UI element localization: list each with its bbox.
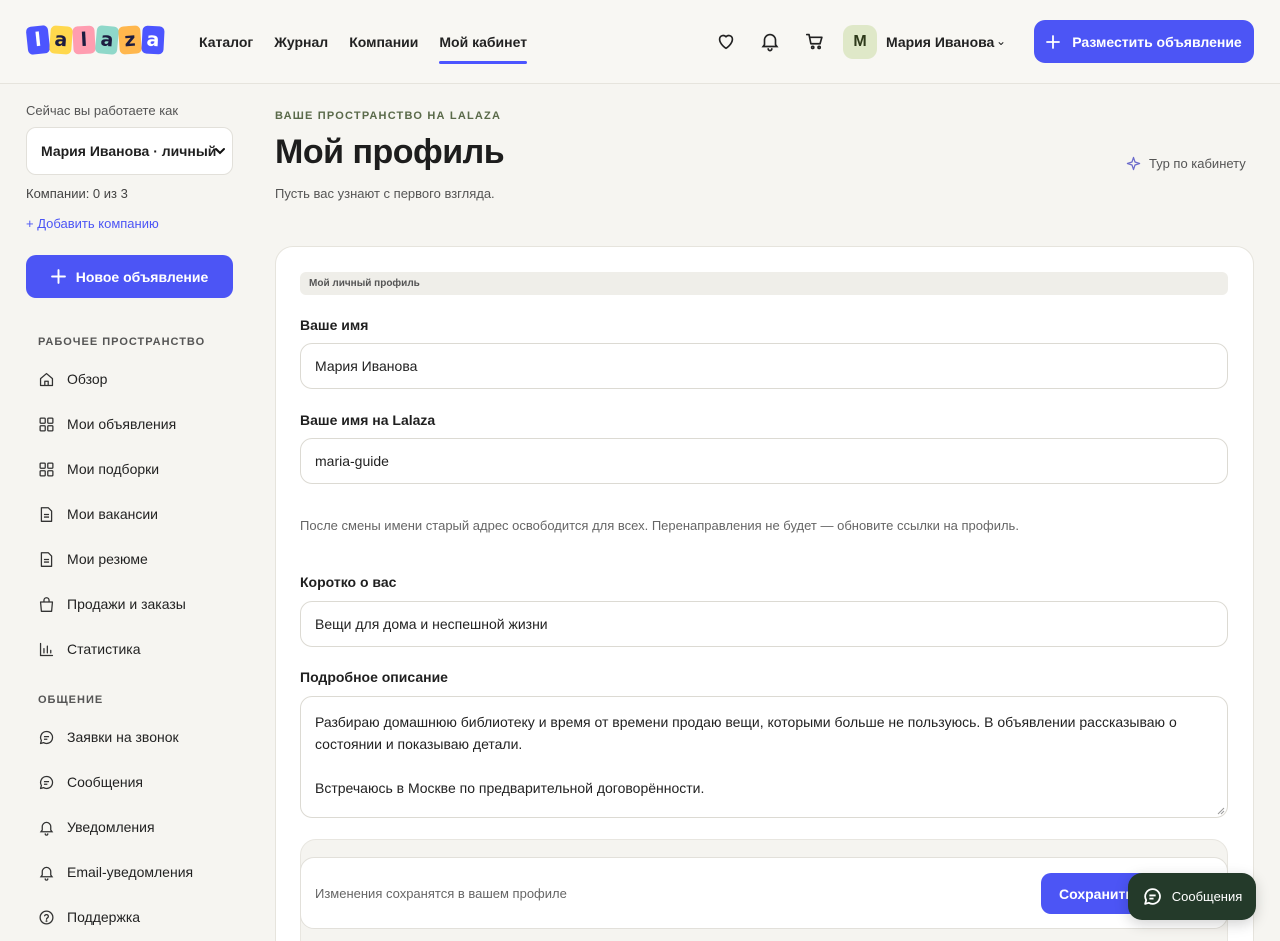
sidebar-item-support[interactable]: Поддержка [38, 906, 140, 928]
description-textarea[interactable]: Разбираю домашнюю библиотеку и время от … [300, 696, 1228, 818]
sidebar-item-label: Сообщения [67, 774, 143, 790]
home-icon [39, 372, 54, 386]
description-paragraph: Разбираю домашнюю библиотеку и время от … [315, 714, 1177, 752]
bell-icon [39, 866, 54, 881]
name-field[interactable]: Мария Иванова [300, 343, 1228, 389]
bell-icon [39, 821, 54, 836]
sidebar-item-my-vacancies[interactable]: Мои вакансии [38, 503, 158, 525]
messages-fab[interactable]: Сообщения [1128, 873, 1256, 920]
sidebar-item-statistics[interactable]: Статистика [38, 638, 141, 660]
logo-letter: z [118, 25, 142, 55]
document-icon [40, 551, 53, 567]
main-nav: Каталог Журнал Компании Мой кабинет [199, 0, 527, 84]
page-title: Мой профиль [275, 133, 505, 171]
sidebar-item-label: Продажи и заказы [67, 596, 186, 612]
description-paragraph: Встречаюсь в Москве по предварительной д… [315, 780, 705, 796]
post-listing-button[interactable]: Разместить объявление [1034, 20, 1254, 63]
page-subtitle: Пусть вас узнают с первого взгляда. [275, 186, 495, 201]
handle-label: Ваше имя на Lalaza [300, 412, 436, 428]
sidebar-item-overview[interactable]: Обзор [38, 368, 107, 390]
sidebar-item-email-notifications[interactable]: Email-уведомления [38, 861, 193, 883]
messages-fab-label: Сообщения [1171, 889, 1243, 904]
handle-field[interactable]: maria-guide [300, 438, 1228, 484]
sidebar-item-notifications[interactable]: Уведомления [38, 816, 155, 838]
workspace-hint: Сейчас вы работаете как [26, 103, 179, 118]
communication-section-title: ОБЩЕНИЕ [38, 694, 104, 706]
help-icon [39, 909, 54, 925]
sidebar-item-my-resumes[interactable]: Мои резюме [38, 548, 148, 570]
nav-my-cabinet[interactable]: Мой кабинет [439, 0, 527, 84]
sidebar-item-label: Мои резюме [67, 551, 148, 567]
grid-icon [39, 416, 54, 432]
handle-note: После смены имени старый адрес освободит… [300, 518, 1019, 533]
about-field[interactable]: Вещи для дома и неспешной жизни [300, 601, 1228, 647]
logo-letter: l [25, 24, 51, 56]
logo-letter: a [94, 25, 120, 55]
plus-icon [50, 269, 66, 284]
resize-handle-icon[interactable] [1217, 807, 1225, 815]
nav-journal[interactable]: Журнал [274, 0, 328, 84]
lalaza-logo[interactable]: l a l a z a [25, 24, 165, 56]
sidebar-item-messages[interactable]: Сообщения [38, 771, 143, 793]
cabinet-tour-label: Тур по кабинету [1149, 156, 1246, 171]
companies-count: Компании: 0 из 3 [26, 186, 128, 201]
heart-icon[interactable] [715, 30, 737, 52]
document-icon [40, 506, 53, 522]
grid-icon [39, 461, 54, 477]
new-listing-button[interactable]: Новое объявление [26, 255, 233, 298]
sidebar-item-label: Мои объявления [67, 416, 177, 432]
save-hint: Изменения сохранятся в вашем профиле [315, 886, 567, 901]
bell-icon[interactable] [759, 30, 781, 52]
nav-catalog[interactable]: Каталог [199, 0, 253, 84]
sidebar-item-label: Мои вакансии [67, 506, 158, 522]
workspace-section-title: РАБОЧЕЕ ПРОСТРАНСТВО [38, 336, 206, 348]
account-select[interactable]: Мария Иванова · личный [26, 127, 233, 175]
profile-type-chip: Мой личный профиль [300, 272, 1228, 295]
sidebar-item-label: Email-уведомления [67, 864, 194, 880]
sparkle-icon [1126, 156, 1141, 171]
chat-icon [39, 775, 54, 789]
sidebar-item-label: Мои подборки [67, 461, 160, 477]
sidebar-item-sales-orders[interactable]: Продажи и заказы [38, 593, 186, 615]
new-listing-label: Новое объявление [75, 268, 209, 285]
chevron-down-icon [215, 148, 225, 155]
add-company-link[interactable]: + Добавить компанию [26, 216, 159, 231]
cabinet-tour-link[interactable]: Тур по кабинету [1126, 156, 1246, 171]
cart-icon[interactable] [804, 30, 826, 52]
sidebar-item-my-collections[interactable]: Мои подборки [38, 458, 159, 480]
account-select-value: Мария Иванова · личный [41, 143, 217, 159]
page-eyebrow: ВАШЕ ПРОСТРАНСТВО НА LALAZA [275, 110, 502, 122]
user-menu-name[interactable]: Мария Иванова [886, 34, 994, 50]
logo-letter: a [141, 25, 165, 55]
sidebar-item-label: Уведомления [67, 819, 155, 835]
chart-icon [39, 642, 54, 656]
bag-icon [39, 596, 54, 612]
description-label: Подробное описание [300, 669, 448, 685]
sidebar-item-label: Заявки на звонок [67, 729, 179, 745]
sidebar-item-label: Статистика [67, 641, 141, 657]
logo-letter: l [72, 25, 96, 55]
name-label: Ваше имя [300, 317, 369, 333]
post-listing-label: Разместить объявление [1072, 33, 1242, 50]
logo-letter: a [49, 25, 73, 55]
sidebar-item-my-listings[interactable]: Мои объявления [38, 413, 176, 435]
nav-companies[interactable]: Компании [349, 0, 418, 84]
chevron-down-icon[interactable]: ⌄ [996, 34, 1006, 48]
chat-icon [1143, 888, 1161, 905]
avatar[interactable]: M [843, 25, 877, 59]
plus-icon [1046, 34, 1061, 49]
sidebar-item-call-requests[interactable]: Заявки на звонок [38, 726, 179, 748]
chat-icon [39, 730, 54, 744]
sidebar-item-label: Поддержка [67, 909, 141, 925]
about-label: Коротко о вас [300, 574, 397, 590]
sidebar-item-label: Обзор [67, 371, 108, 387]
